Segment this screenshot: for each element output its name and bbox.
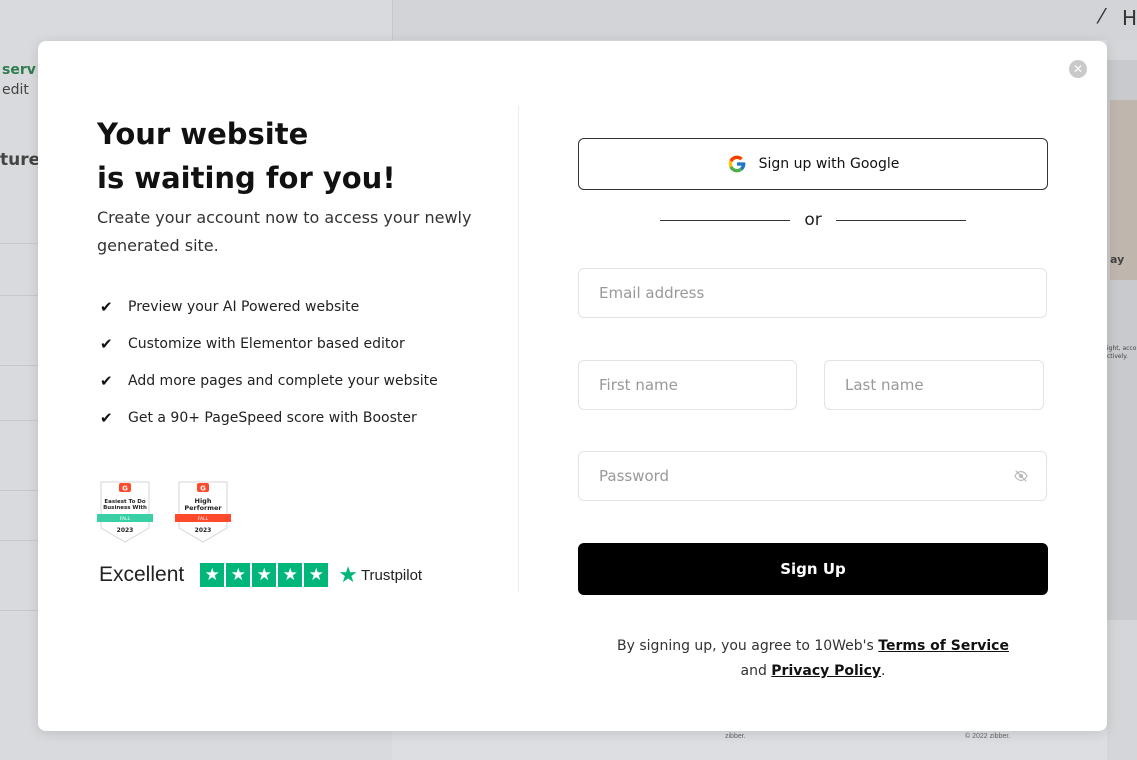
first-name-field-wrapper: [578, 360, 797, 410]
check-icon: ✔: [100, 297, 113, 316]
google-icon: [727, 154, 747, 174]
trustpilot-star-icon: ★: [338, 562, 358, 587]
first-name-field[interactable]: [597, 375, 778, 395]
badge-year: 2023: [195, 527, 212, 534]
g2-badge-high-performer: G High Performer FALL 2023: [175, 480, 231, 544]
google-button-label: Sign up with Google: [758, 156, 900, 172]
star-icon: ★: [200, 563, 225, 587]
list-item: ✔ Get a 90+ PageSpeed score with Booster: [100, 399, 438, 436]
background-text: zibber.: [725, 733, 746, 740]
background-text: H: [1122, 6, 1137, 30]
email-field-wrapper: [578, 268, 1047, 318]
badge-season: FALL: [120, 516, 131, 522]
background-text: ight, acco ctively.: [1107, 345, 1137, 360]
badge-line2: Performer: [184, 504, 222, 512]
or-separator: or: [660, 210, 967, 230]
separator-line: [660, 219, 791, 221]
terms-of-service-link[interactable]: Terms of Service: [878, 638, 1009, 654]
check-icon: ✔: [100, 334, 113, 353]
background-text: edit: [2, 82, 29, 98]
rating-stars: ★ ★ ★ ★ ★: [200, 563, 329, 587]
badge-year: 2023: [117, 527, 134, 534]
page-title: Your website is waiting for you!: [97, 112, 497, 200]
list-item: ✔ Preview your AI Powered website: [100, 288, 438, 325]
g2-badge-icon: G Easiest To Do Business With FALL 2023: [97, 481, 153, 543]
headline-line: is waiting for you!: [97, 161, 396, 195]
trustpilot-logo: Trustpilot: [360, 566, 423, 584]
badge-line2: Business With: [103, 505, 147, 511]
last-name-field-wrapper: [824, 360, 1044, 410]
terms-suffix: .: [881, 663, 886, 679]
star-icon: ★: [304, 563, 329, 587]
feature-text: Add more pages and complete your website: [128, 372, 438, 389]
terms-text: By signing up, you agree to 10Web's Term…: [578, 634, 1048, 684]
svg-text:G: G: [200, 485, 206, 493]
badge-season: FALL: [198, 516, 209, 522]
password-field[interactable]: [597, 466, 1001, 486]
list-item: ✔ Add more pages and complete your websit…: [100, 362, 438, 399]
close-icon[interactable]: ✕: [1069, 60, 1087, 78]
password-field-wrapper: [578, 451, 1047, 501]
rating-text: Excellent: [99, 563, 185, 586]
feature-text: Preview your AI Powered website: [128, 298, 360, 315]
background-text: serv: [2, 62, 36, 78]
check-icon: ✔: [100, 408, 113, 427]
last-name-field[interactable]: [843, 375, 1025, 395]
g2-badge-icon: G High Performer FALL 2023: [175, 481, 231, 543]
star-icon: ★: [226, 563, 251, 587]
feature-list: ✔ Preview your AI Powered website ✔ Custom…: [100, 288, 438, 436]
svg-text:G: G: [122, 485, 128, 493]
background-text: ture: [0, 150, 41, 170]
g2-badges: G Easiest To Do Business With FALL 2023 …: [97, 480, 231, 544]
feature-text: Customize with Elementor based editor: [128, 335, 405, 352]
feature-text: Get a 90+ PageSpeed score with Booster: [128, 409, 417, 426]
trustpilot-rating: Excellent ★ ★ ★ ★ ★ ★ Trustpilot: [99, 562, 422, 588]
background-scribble: ⁄: [1100, 4, 1104, 28]
terms-prefix: By signing up, you agree to 10Web's: [617, 638, 879, 654]
list-item: ✔ Customize with Elementor based editor: [100, 325, 438, 362]
signup-button[interactable]: Sign Up: [578, 543, 1048, 595]
star-icon: ★: [278, 563, 303, 587]
or-label: or: [804, 210, 822, 230]
background-text: © 2022 zibber.: [965, 733, 1011, 740]
privacy-policy-link[interactable]: Privacy Policy: [771, 663, 881, 679]
separator-line: [835, 219, 967, 221]
terms-and: and: [740, 663, 772, 679]
eye-off-icon[interactable]: [1014, 469, 1028, 483]
google-signup-button[interactable]: Sign up with Google: [578, 138, 1048, 190]
background-text: ay: [1110, 253, 1125, 266]
check-icon: ✔: [100, 371, 113, 390]
email-field[interactable]: [597, 283, 1028, 303]
subtitle: Create your account now to access your n…: [97, 208, 472, 255]
modal-divider: [518, 106, 519, 592]
g2-badge-easiest: G Easiest To Do Business With FALL 2023: [97, 480, 153, 544]
headline-line: Your website: [97, 117, 309, 151]
star-icon: ★: [252, 563, 277, 587]
